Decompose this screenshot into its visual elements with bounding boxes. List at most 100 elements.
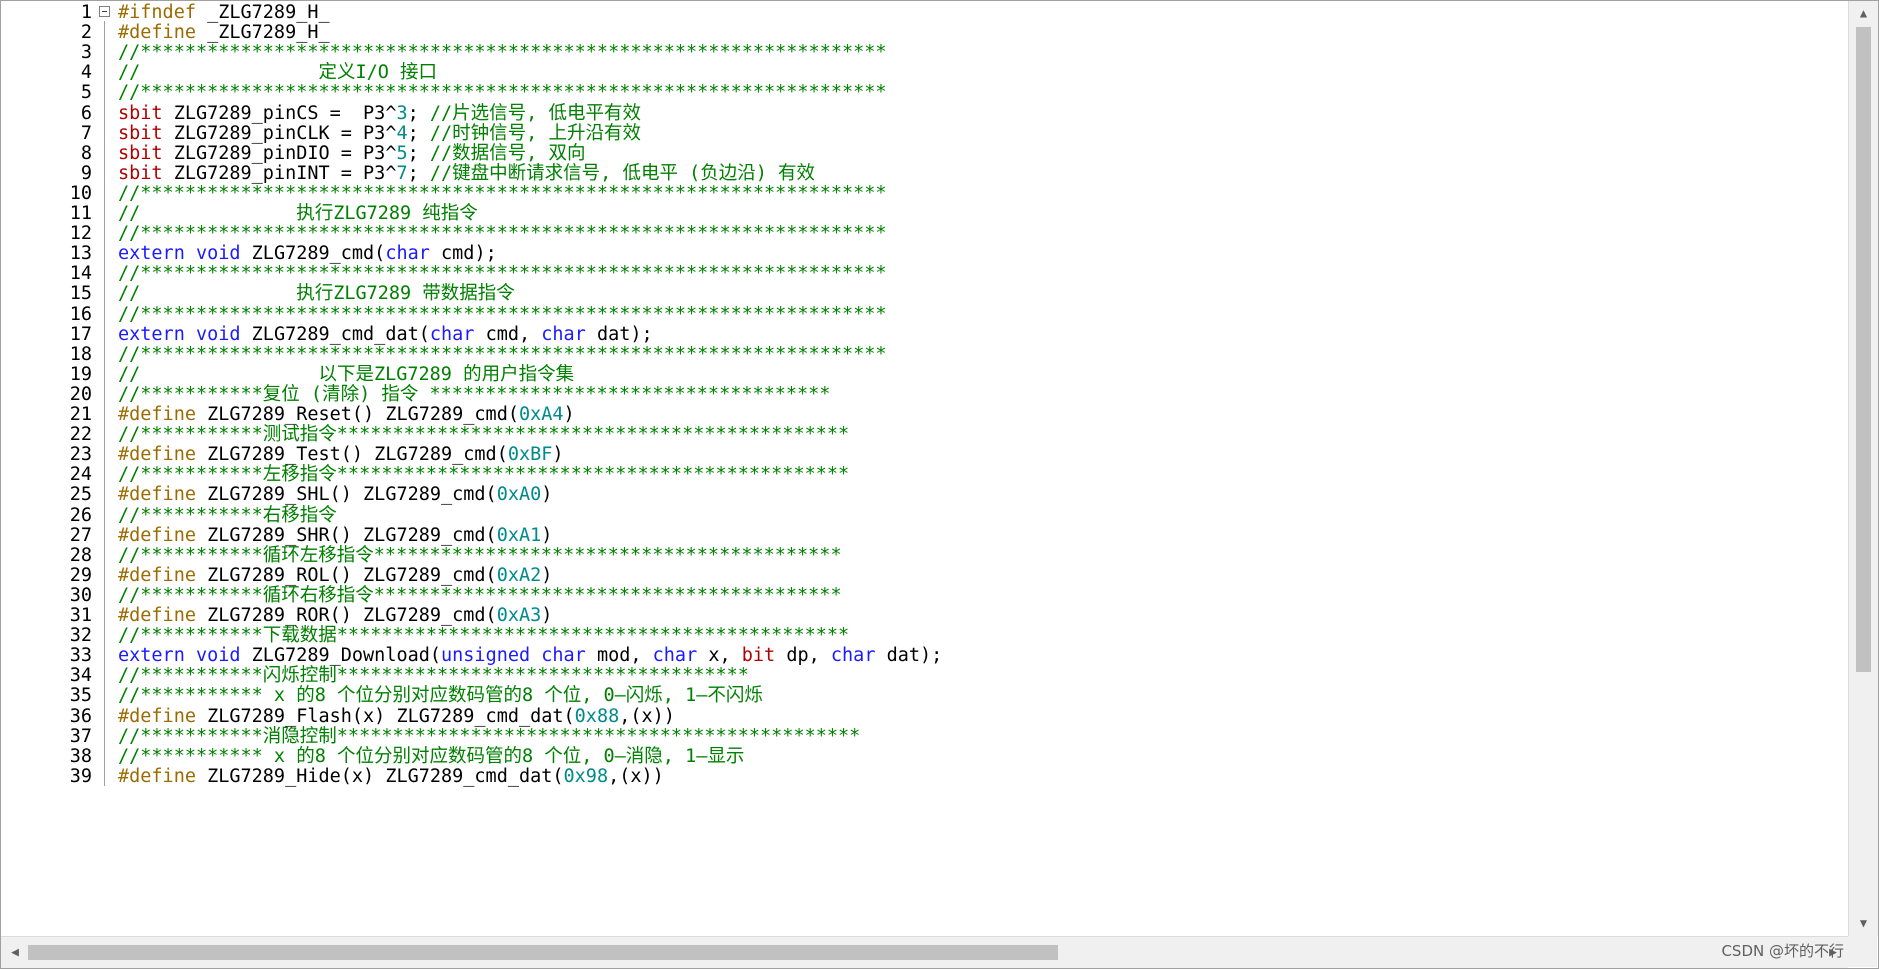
- code-token: #ifndef: [118, 2, 196, 23]
- code-token: //**************************************…: [118, 42, 887, 64]
- code-token: //数据信号, 双向: [429, 142, 586, 164]
- code-token: 0xA0: [496, 484, 542, 506]
- fold-guide-line: [104, 624, 105, 646]
- fold-guide-line: [104, 41, 105, 63]
- fold-guide-line: [104, 141, 105, 163]
- code-token: extern: [118, 323, 185, 345]
- fold-collapse-icon[interactable]: [99, 6, 110, 17]
- code-token: x,: [697, 645, 742, 667]
- code-token: void: [195, 243, 241, 265]
- code-text: #define ZLG7289_Hide(x) ZLG7289_cmd_dat(…: [118, 766, 664, 788]
- code-token: extern: [118, 243, 185, 265]
- code-token: ZLG7289_cmd(: [240, 243, 386, 265]
- code-token: #define: [118, 444, 196, 466]
- code-editor[interactable]: 1 #ifndef _ZLG7289_H_ 2 #define _ZLG7289_H_…: [0, 0, 1879, 969]
- code-token: #define: [118, 705, 196, 727]
- code-token: char: [830, 645, 876, 667]
- code-token: ZLG7289_Hide(x) ZLG7289_cmd_dat(: [195, 765, 564, 787]
- code-token: //**************************************…: [118, 263, 887, 285]
- code-token: //*********** x 的8 个位分别对应数码管的8 个位, 0—消隐,…: [118, 745, 745, 767]
- code-token: cmd,: [474, 323, 542, 345]
- fold-guide-line: [104, 322, 105, 344]
- code-token: ,(x)): [608, 765, 664, 787]
- code-token: // 执行ZLG7289 纯指令: [118, 203, 478, 224]
- code-token: ;: [407, 102, 430, 124]
- scroll-up-arrow-icon[interactable]: ▲: [1849, 2, 1878, 24]
- code-token: char: [652, 645, 698, 667]
- code-token: void: [195, 645, 241, 667]
- fold-guide-line: [104, 644, 105, 666]
- code-token: //**************************************…: [118, 223, 887, 245]
- code-token: sbit: [118, 162, 163, 184]
- code-token: #define: [118, 404, 196, 425]
- code-token: 3: [396, 102, 408, 124]
- code-token: ZLG7289_Reset() ZLG7289_cmd(: [195, 404, 519, 425]
- code-token: ZLG7289_cmd_dat(: [240, 323, 430, 345]
- scroll-down-arrow-icon[interactable]: ▼: [1849, 912, 1878, 934]
- vertical-scroll-thumb[interactable]: [1856, 27, 1871, 672]
- code-token: dat);: [585, 323, 653, 345]
- code-token: //时钟信号, 上升沿有效: [429, 122, 641, 144]
- code-token: void: [195, 323, 241, 345]
- code-token: ZLG7289_SHL() ZLG7289_cmd(: [195, 484, 497, 506]
- scrollbar-corner: [1848, 936, 1877, 967]
- code-token: ZLG7289_pinCS = P3^: [162, 102, 397, 124]
- code-token: 0xBF: [507, 444, 553, 466]
- code-token: char: [429, 323, 475, 345]
- code-token: #define: [118, 22, 196, 44]
- code-token: #define: [118, 524, 196, 546]
- code-token: ZLG7289_SHR() ZLG7289_cmd(: [195, 524, 497, 546]
- code-token: //片选信号, 低电平有效: [429, 102, 641, 124]
- fold-guide-line: [104, 583, 105, 605]
- code-token: ZLG7289_Test() ZLG7289_cmd(: [195, 444, 508, 466]
- horizontal-scrollbar[interactable]: ◀ ▶: [0, 936, 1848, 968]
- code-token: ZLG7289_ROR() ZLG7289_cmd(: [195, 605, 497, 626]
- code-token: unsigned: [441, 645, 531, 667]
- code-token: ): [552, 444, 564, 466]
- code-token: 0xA2: [496, 564, 542, 586]
- fold-guide-line: [104, 181, 105, 203]
- horizontal-scroll-thumb[interactable]: [28, 945, 1058, 960]
- code-token: ZLG7289_pinCLK = P3^: [162, 122, 397, 144]
- fold-guide-line: [104, 483, 105, 505]
- code-token: cmd);: [429, 243, 497, 265]
- code-token: char: [385, 243, 430, 265]
- code-token: 0x88: [574, 705, 620, 727]
- code-token: mod,: [585, 645, 653, 667]
- fold-guide-line: [104, 202, 105, 223]
- code-token: dat);: [875, 645, 943, 667]
- code-token: // 以下是ZLG7289 的用户指令集: [118, 363, 575, 385]
- fold-guide-line: [104, 523, 105, 545]
- fold-guide-line: [104, 764, 105, 786]
- scroll-left-arrow-icon[interactable]: ◀: [2, 937, 28, 968]
- fold-guide-line: [104, 121, 105, 143]
- fold-guide-line: [104, 503, 105, 525]
- code-area[interactable]: 1 #ifndef _ZLG7289_H_ 2 #define _ZLG7289_H_…: [0, 0, 1850, 936]
- code-token: ;: [407, 162, 430, 184]
- code-token: //***********下载数据***********************…: [118, 625, 850, 647]
- code-token: #define: [118, 605, 196, 626]
- fold-guide-line: [104, 543, 105, 565]
- code-token: //***********右移指令: [118, 504, 337, 526]
- code-token: ZLG7289_pinINT = P3^: [162, 162, 397, 184]
- code-line[interactable]: 39 #define ZLG7289_Hide(x) ZLG7289_cmd_da…: [0, 764, 1850, 789]
- fold-guide-line: [104, 423, 105, 445]
- code-token: //**************************************…: [118, 182, 887, 204]
- fold-guide-line: [104, 704, 105, 726]
- vertical-scrollbar[interactable]: ▲ ▼: [1848, 0, 1878, 936]
- code-token: //***********消隐控制***********************…: [118, 725, 861, 747]
- code-token: //***********循环右移指令*********************…: [118, 584, 842, 606]
- fold-guide-line: [104, 262, 105, 284]
- fold-guide-line: [104, 563, 105, 585]
- code-token: 4: [396, 122, 408, 144]
- fold-guide-line: [104, 724, 105, 746]
- fold-guide-line: [104, 342, 105, 364]
- code-token: char: [541, 323, 586, 345]
- code-token: 0xA4: [518, 404, 564, 425]
- code-token: ): [563, 404, 575, 425]
- code-token: 7: [396, 162, 408, 184]
- code-token: //***********测试指令***********************…: [118, 424, 850, 446]
- code-token: ZLG7289_Download(: [240, 645, 442, 667]
